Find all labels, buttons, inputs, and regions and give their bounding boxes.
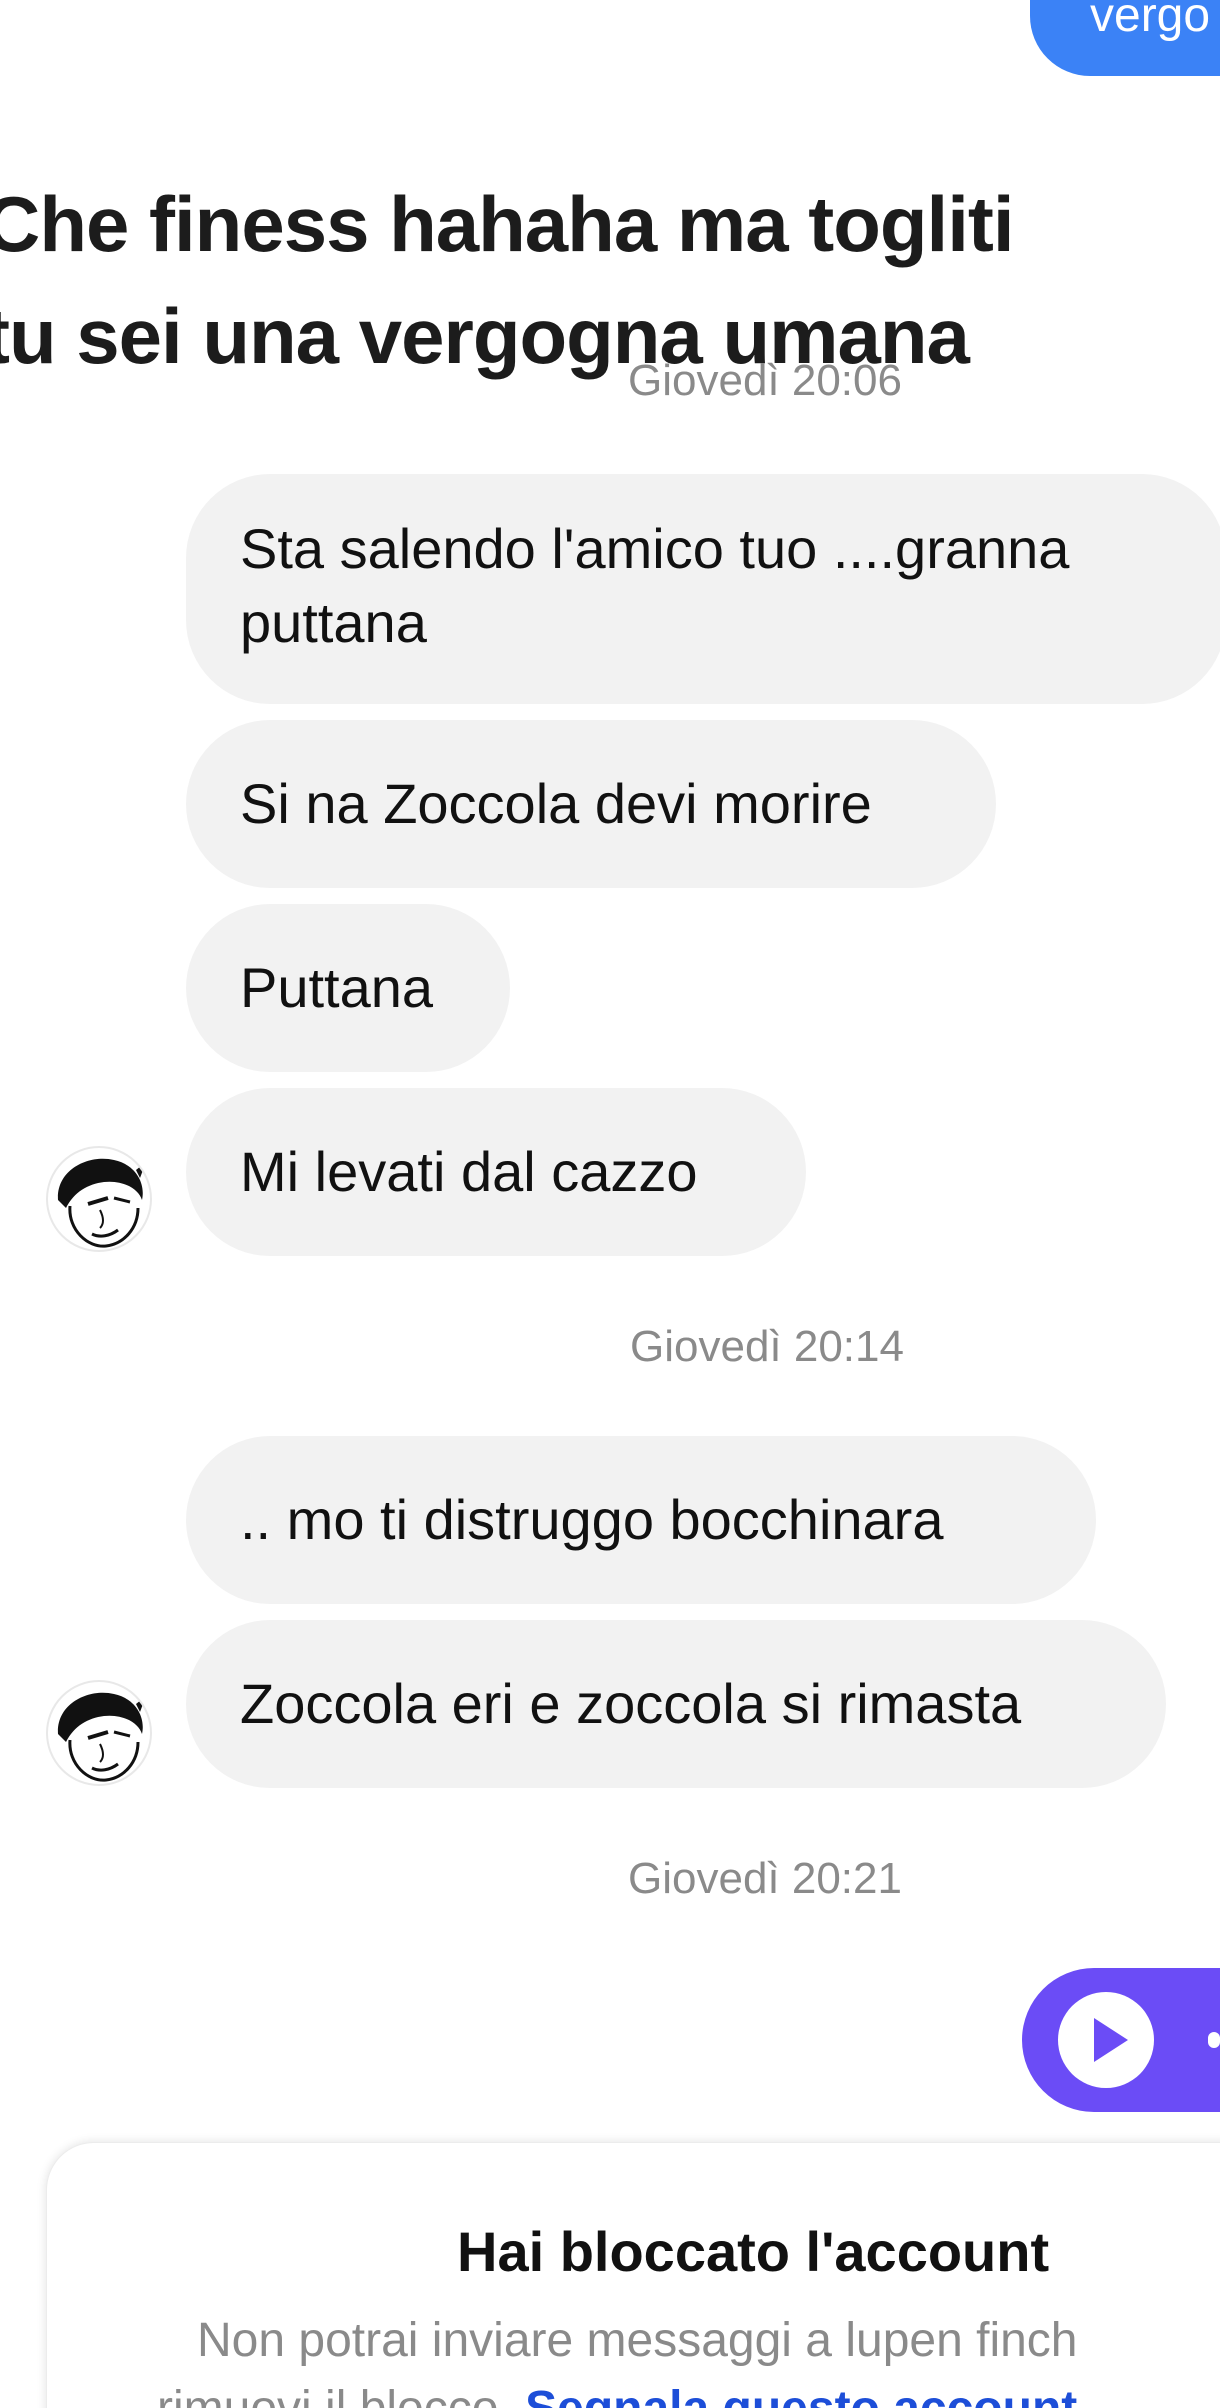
sent-message-text: vergo — [1090, 0, 1211, 42]
received-message-bubble[interactable]: Puttana — [186, 904, 510, 1072]
message-text: Mi levati dal cazzo — [240, 1140, 698, 1203]
received-message-bubble[interactable]: Zoccola eri e zoccola si rimasta — [186, 1620, 1166, 1788]
sent-message-bubble[interactable]: vergo — [1030, 0, 1220, 76]
waveform-icon — [1208, 2032, 1220, 2048]
message-text: Zoccola eri e zoccola si rimasta — [240, 1672, 1022, 1735]
received-message-bubble[interactable]: Sta salendo l'amico tuo ....granna putta… — [186, 474, 1220, 704]
avatar-illustration — [57, 1692, 146, 1782]
message-text-line2: puttana — [240, 591, 427, 654]
blocked-description-line2: rimuovi il blocco. Segnala questo accoun… — [157, 2381, 1077, 2408]
received-message-bubble[interactable]: Si na Zoccola devi morire — [186, 720, 996, 888]
message-text: Puttana — [240, 956, 434, 1019]
timestamp: Giovedì 20:06 — [628, 356, 902, 405]
voice-message-bubble[interactable] — [1022, 1968, 1220, 2112]
blocked-description: Non potrai inviare messaggi a lupen finc… — [197, 2314, 1078, 2367]
overlay-caption-line1: Che finess hahaha ma togliti — [0, 180, 1015, 268]
chat-screen: vergo Che finess hahaha ma togliti tu se… — [0, 0, 1220, 2408]
blocked-description-prefix: rimuovi il blocco. — [157, 2382, 512, 2408]
blocked-title: Hai bloccato l'account — [457, 2220, 1050, 2283]
timestamp: Giovedì 20:21 — [628, 1854, 902, 1903]
report-account-link[interactable]: Segnala questo account — [525, 2382, 1077, 2408]
avatar-illustration — [57, 1158, 146, 1248]
received-message-bubble[interactable]: .. mo ti distruggo bocchinara — [186, 1436, 1096, 1604]
timestamp: Giovedì 20:14 — [630, 1322, 904, 1371]
caricature-avatar-icon[interactable] — [46, 1146, 152, 1252]
message-text: Si na Zoccola devi morire — [240, 772, 872, 835]
received-message-bubble[interactable]: Mi levati dal cazzo — [186, 1088, 806, 1256]
caricature-avatar-icon[interactable] — [46, 1680, 152, 1786]
message-text-line1: Sta salendo l'amico tuo ....granna — [240, 517, 1070, 580]
message-text: .. mo ti distruggo bocchinara — [240, 1488, 944, 1551]
play-icon[interactable] — [1058, 1992, 1154, 2088]
blocked-account-card: Hai bloccato l'account Non potrai inviar… — [46, 2142, 1220, 2408]
